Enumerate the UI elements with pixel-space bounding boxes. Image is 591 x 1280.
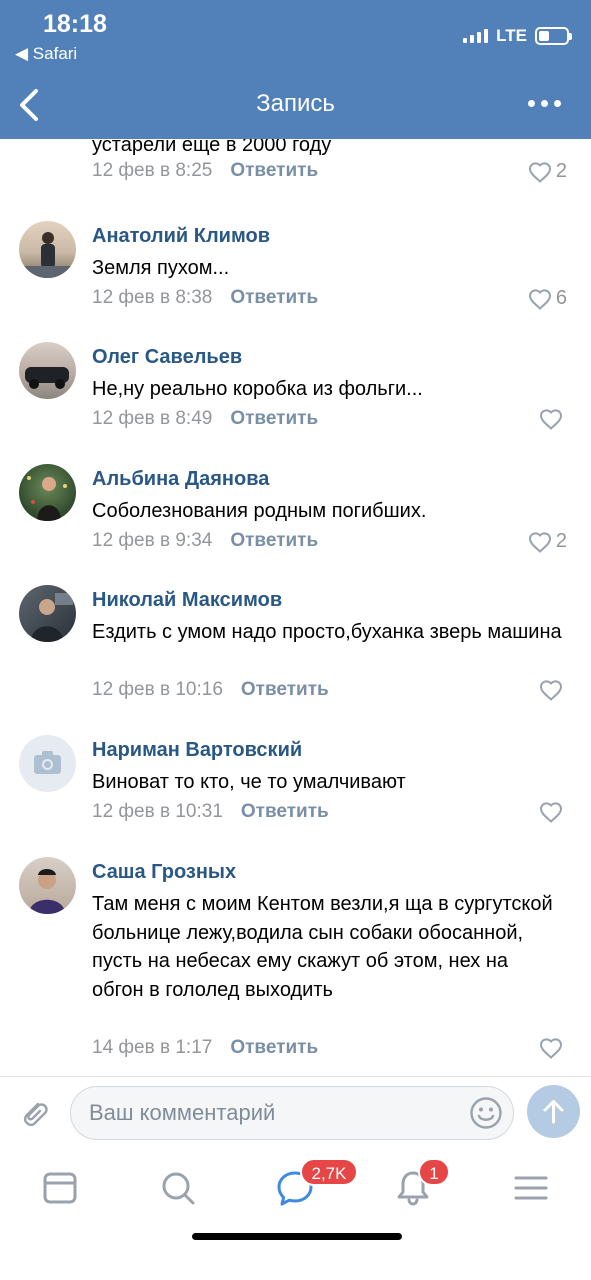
- notifications-badge: 1: [418, 1158, 450, 1186]
- reply-button[interactable]: Ответить: [230, 160, 318, 181]
- avatar[interactable]: [19, 342, 76, 399]
- comment-date: 12 фев в 10:16: [92, 679, 223, 700]
- heart-icon: [539, 1038, 563, 1059]
- emoji-button[interactable]: [469, 1096, 503, 1130]
- search-icon: [162, 1172, 195, 1205]
- like-button[interactable]: 2: [528, 160, 567, 183]
- comment-text: Соболезнования родным погибших.: [92, 500, 427, 522]
- smiley-icon: [470, 1097, 502, 1129]
- comment-text: устарели еще в 2000 году: [92, 139, 332, 156]
- avatar[interactable]: [19, 221, 76, 278]
- reply-button[interactable]: Ответить: [230, 287, 318, 308]
- comment-date: 12 фев в 10:31: [92, 801, 223, 822]
- like-count: 2: [555, 530, 567, 552]
- page-title: Запись: [256, 90, 335, 117]
- comment-text: Виноват то кто, че то умалчивают: [92, 771, 406, 793]
- comment-date: 12 фев в 8:38: [92, 287, 213, 308]
- tab-search[interactable]: [158, 1168, 198, 1208]
- battery-icon: [535, 27, 572, 45]
- paperclip-icon: [23, 1102, 48, 1127]
- arrow-up-icon: [543, 1100, 564, 1124]
- hamburger-menu-icon: [514, 1176, 548, 1200]
- avatar[interactable]: [19, 857, 76, 914]
- heart-icon: [528, 531, 551, 553]
- comment-input[interactable]: Ваш комментарий: [70, 1086, 514, 1140]
- comment-composer: Ваш комментарий: [0, 1076, 591, 1148]
- heart-icon: [539, 409, 563, 430]
- comments-feed[interactable]: устарели еще в 2000 году 12 фев в 8:25 От…: [0, 139, 591, 1076]
- avatar[interactable]: [19, 464, 76, 521]
- comment-input-placeholder: Ваш комментарий: [89, 1100, 276, 1125]
- author-name[interactable]: Олег Савельев: [92, 346, 242, 369]
- like-button[interactable]: 6: [528, 287, 567, 310]
- attach-button[interactable]: [16, 1095, 52, 1131]
- network-label: LTE: [496, 26, 527, 45]
- back-to-safari-link[interactable]: ◀ Safari: [15, 44, 77, 64]
- comment-date: 12 фев в 8:49: [92, 408, 213, 429]
- heart-icon: [528, 161, 551, 183]
- avatar[interactable]: [19, 585, 76, 642]
- reply-button[interactable]: Ответить: [230, 530, 318, 551]
- reply-button[interactable]: Ответить: [230, 408, 318, 429]
- like-button[interactable]: [539, 408, 567, 430]
- status-indicators: LTE: [463, 26, 572, 46]
- tab-menu[interactable]: [511, 1168, 551, 1208]
- author-name[interactable]: Николай Максимов: [92, 589, 282, 612]
- author-name[interactable]: Саша Грозных: [92, 861, 236, 884]
- comment-date: 12 фев в 9:34: [92, 530, 213, 551]
- heart-icon: [528, 288, 551, 310]
- like-button[interactable]: [539, 801, 567, 823]
- like-button[interactable]: [539, 1037, 567, 1059]
- like-count: 6: [555, 287, 567, 309]
- heart-icon: [539, 680, 563, 701]
- like-button[interactable]: 2: [528, 530, 567, 553]
- messages-badge: 2,7K: [300, 1158, 358, 1186]
- comment-text: Ездить с умом надо просто,буханка зверь …: [92, 621, 562, 643]
- header: 18:18 ◀ Safari LTE Запись: [0, 0, 591, 139]
- newsfeed-icon: [43, 1172, 77, 1204]
- comment-date: 14 фев в 1:17: [92, 1037, 213, 1058]
- tab-news[interactable]: [40, 1168, 80, 1208]
- reply-button[interactable]: Ответить: [241, 679, 329, 700]
- reply-button[interactable]: Ответить: [241, 801, 329, 822]
- like-button[interactable]: [539, 679, 567, 701]
- heart-icon: [539, 802, 563, 823]
- signal-icon: [463, 29, 489, 43]
- avatar[interactable]: [19, 735, 76, 792]
- reply-button[interactable]: Ответить: [230, 1037, 318, 1058]
- comment-text: Не,ну реально коробка из фольги...: [92, 378, 423, 400]
- like-count: 2: [555, 160, 567, 182]
- comment-text: Земля пухом...: [92, 257, 230, 279]
- camera-icon: [34, 751, 61, 774]
- author-name[interactable]: Анатолий Климов: [92, 225, 270, 248]
- comment-text: Там меня с моим Кентом везли,я ща в сург…: [92, 893, 553, 1001]
- author-name[interactable]: Альбина Даянова: [92, 468, 269, 491]
- tab-bar: 2,7K 1: [0, 1148, 591, 1280]
- send-button[interactable]: [527, 1085, 580, 1138]
- more-options-button[interactable]: [528, 100, 561, 107]
- status-time: 18:18: [43, 10, 107, 38]
- comment-date: 12 фев в 8:25: [92, 160, 213, 181]
- home-indicator[interactable]: [192, 1233, 402, 1240]
- author-name[interactable]: Нариман Вартовский: [92, 739, 302, 762]
